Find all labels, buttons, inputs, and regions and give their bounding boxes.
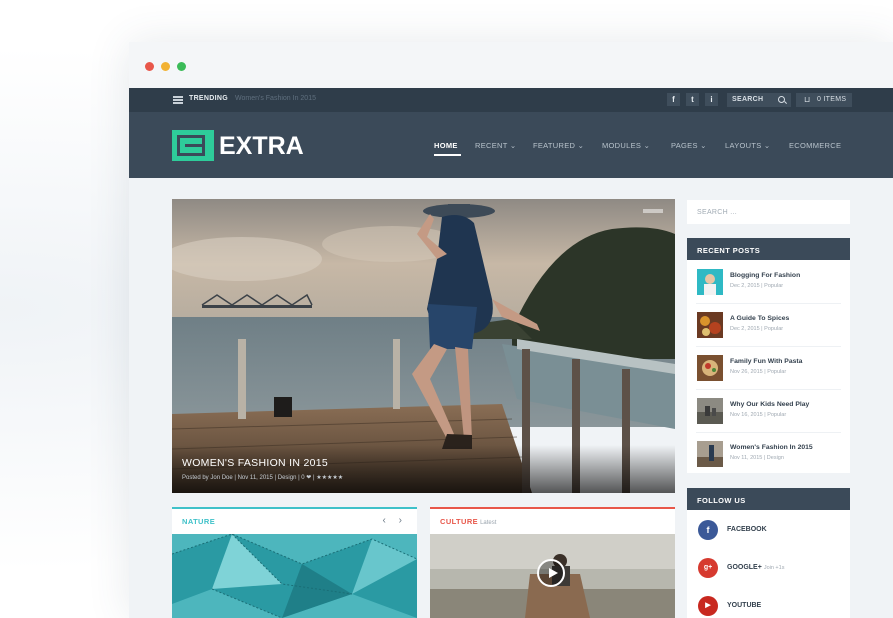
social-label: YOUTUBE [727, 602, 762, 609]
recent-post-title[interactable]: Blogging For Fashion [730, 272, 800, 279]
follow-us-title: FOLLOW US [697, 496, 746, 505]
window-close-dot[interactable] [145, 62, 154, 71]
gallery-indicator-icon [643, 209, 663, 213]
nav-featured[interactable]: FEATURED ⌄ [533, 141, 584, 150]
post-thumbnail [697, 355, 723, 381]
nav-layouts[interactable]: LAYOUTS ⌄ [725, 141, 771, 150]
menu-icon[interactable] [173, 96, 183, 104]
facebook-icon: f [698, 520, 718, 540]
follow-us-header: FOLLOW US [687, 488, 850, 510]
card-accent-bar [172, 507, 417, 509]
google-plus-icon: g+ [698, 558, 718, 578]
recent-post-item[interactable]: Family Fun With Pasta Nov 26, 2015 | Pop… [687, 347, 850, 389]
play-video-button[interactable] [537, 559, 565, 587]
recent-post-meta: Nov 26, 2015 | Popular [730, 369, 787, 375]
post-thumbnail [697, 398, 723, 424]
top-search-input[interactable]: SEARCH [727, 93, 791, 107]
social-follow-google-plus[interactable]: g+ GOOGLE+ Join +1s [687, 551, 850, 589]
recent-post-item[interactable]: Women's Fashion In 2015 Nov 11, 2015 | D… [687, 433, 850, 475]
top-search-label: SEARCH [732, 96, 764, 103]
social-follow-youtube[interactable]: ▶ YOUTUBE [687, 589, 850, 618]
recent-post-item[interactable]: A Guide To Spices Dec 2, 2015 | Popular [687, 304, 850, 346]
recent-post-title[interactable]: A Guide To Spices [730, 315, 789, 322]
recent-post-title[interactable]: Family Fun With Pasta [730, 358, 802, 365]
window-maximize-dot[interactable] [177, 62, 186, 71]
instagram-icon[interactable]: i [705, 93, 718, 106]
card-category-label[interactable]: NATURE [182, 517, 215, 526]
recent-post-meta: Nov 16, 2015 | Popular [730, 412, 787, 418]
youtube-icon: ▶ [698, 596, 718, 616]
search-icon[interactable] [778, 96, 785, 103]
social-label: FACEBOOK [727, 526, 767, 533]
category-card-culture: CULTURE Latest [430, 507, 675, 618]
card-accent-bar [430, 507, 675, 509]
recent-posts-title: RECENT POSTS [697, 246, 761, 255]
recent-post-item[interactable]: Blogging For Fashion Dec 2, 2015 | Popul… [687, 261, 850, 303]
recent-post-meta: Dec 2, 2015 | Popular [730, 283, 784, 289]
recent-posts-header: RECENT POSTS [687, 238, 850, 260]
social-follow-facebook[interactable]: f FACEBOOK [687, 513, 850, 551]
card-category-label[interactable]: CULTURE Latest [440, 517, 496, 526]
hero-caption-overlay [172, 445, 675, 493]
browser-chrome [129, 42, 893, 88]
cart-count: 0 ITEMS [817, 96, 847, 103]
category-card-nature: NATURE ‹ › [172, 507, 417, 618]
post-thumbnail [697, 269, 723, 295]
top-bar: TRENDING Women's Fashion In 2015 f t i S… [129, 88, 893, 112]
card-image[interactable] [172, 534, 417, 618]
facebook-icon[interactable]: f [667, 93, 680, 106]
trending-link[interactable]: Women's Fashion In 2015 [235, 95, 316, 102]
nav-home[interactable]: HOME [434, 141, 458, 150]
recent-post-meta: Nov 11, 2015 | Design [730, 455, 784, 461]
post-thumbnail [697, 441, 723, 467]
cart-button[interactable]: ⊔ 0 ITEMS [796, 93, 852, 107]
nav-pages[interactable]: PAGES ⌄ [671, 141, 707, 150]
recent-post-title[interactable]: Women's Fashion In 2015 [730, 444, 813, 451]
recent-post-item[interactable]: Why Our Kids Need Play Nov 16, 2015 | Po… [687, 390, 850, 432]
social-label: GOOGLE+ Join +1s [727, 564, 785, 571]
recent-post-title[interactable]: Why Our Kids Need Play [730, 401, 809, 408]
site-header: EXTRA HOME RECENT ⌄ FEATURED ⌄ MODULES ⌄… [129, 112, 893, 178]
browser-window: TRENDING Women's Fashion In 2015 f t i S… [129, 42, 893, 618]
trending-label: TRENDING [189, 95, 228, 102]
post-thumbnail [697, 312, 723, 338]
nav-active-indicator [434, 154, 461, 156]
nav-recent[interactable]: RECENT ⌄ [475, 141, 516, 150]
nav-modules[interactable]: MODULES ⌄ [602, 141, 650, 150]
cart-icon: ⊔ [804, 95, 811, 104]
window-minimize-dot[interactable] [161, 62, 170, 71]
sidebar-search-placeholder: SEARCH ... [697, 209, 737, 216]
carousel-arrows-icon[interactable]: ‹ › [383, 515, 407, 526]
featured-post[interactable]: WOMEN'S FASHION IN 2015 Posted by Jon Do… [172, 199, 675, 493]
hero-title[interactable]: WOMEN'S FASHION IN 2015 [182, 457, 328, 469]
recent-post-meta: Dec 2, 2015 | Popular [730, 326, 784, 332]
twitter-icon[interactable]: t [686, 93, 699, 106]
hero-meta: Posted by Jon Doe | Nov 11, 2015 | Desig… [182, 475, 344, 481]
nav-ecommerce[interactable]: ECOMMERCE [789, 141, 841, 150]
sidebar-search-input[interactable]: SEARCH ... [687, 200, 850, 224]
logo-text[interactable]: EXTRA [219, 132, 304, 161]
logo-icon[interactable] [172, 130, 214, 161]
